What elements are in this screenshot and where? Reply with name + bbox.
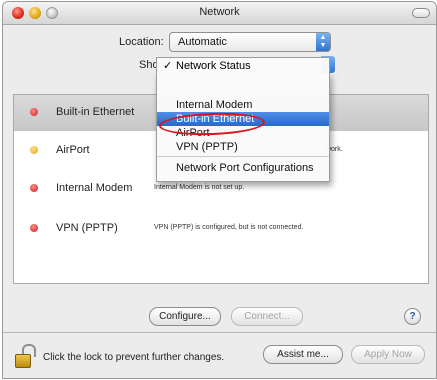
lock-body (15, 354, 31, 368)
menu-item-internal-modem[interactable]: Internal Modem (157, 98, 329, 112)
title-bar: Network (3, 2, 436, 25)
connect-button[interactable]: Connect... (231, 307, 303, 326)
menu-separator (157, 156, 329, 157)
service-status: VPN (PPTP) is configured, but is not con… (154, 224, 304, 231)
menu-item-label: Network Status (176, 60, 251, 72)
service-name: Built-in Ethernet (56, 106, 135, 118)
location-popup[interactable]: Automatic ▲ ▼ (169, 32, 331, 52)
menu-item-vpn[interactable]: VPN (PPTP) (157, 140, 329, 154)
help-icon[interactable]: ? (404, 308, 421, 325)
service-status: Internal Modem is not set up. (154, 184, 245, 191)
apply-now-button[interactable]: Apply Now (351, 345, 425, 364)
checkmark-icon: ✓ (163, 60, 173, 72)
service-name: Internal Modem (56, 182, 133, 194)
service-name: AirPort (56, 144, 90, 156)
menu-item-port-configurations[interactable]: Network Port Configurations (157, 161, 329, 175)
lock-icon[interactable] (15, 344, 37, 368)
location-label: Location: (119, 36, 164, 48)
location-value: Automatic (178, 36, 227, 48)
toolbar-toggle-button[interactable] (412, 8, 430, 18)
service-row[interactable]: VPN (PPTP) VPN (PPTP) is configured, but… (14, 211, 428, 247)
menu-item-label: Network Port Configurations (176, 162, 314, 174)
window-title: Network (199, 6, 240, 18)
service-name: VPN (PPTP) (56, 222, 118, 234)
status-dot-icon (30, 184, 38, 192)
status-dot-icon (30, 224, 38, 232)
menu-item-label: VPN (PPTP) (176, 141, 238, 153)
menu-item-label: Internal Modem (176, 99, 253, 111)
status-dot-icon (30, 146, 38, 154)
popup-arrows-icon: ▲ ▼ (316, 33, 330, 51)
bottom-divider (3, 332, 436, 333)
configure-button[interactable]: Configure... (149, 307, 221, 326)
assist-me-button[interactable]: Assist me... (263, 345, 343, 364)
menu-item-network-status[interactable]: ✓ Network Status (156, 57, 330, 74)
network-window: Network Location: Automatic ▲ ▼ Show Buil… (2, 1, 437, 379)
lock-text: Click the lock to prevent further change… (43, 352, 225, 363)
status-dot-icon (30, 108, 38, 116)
